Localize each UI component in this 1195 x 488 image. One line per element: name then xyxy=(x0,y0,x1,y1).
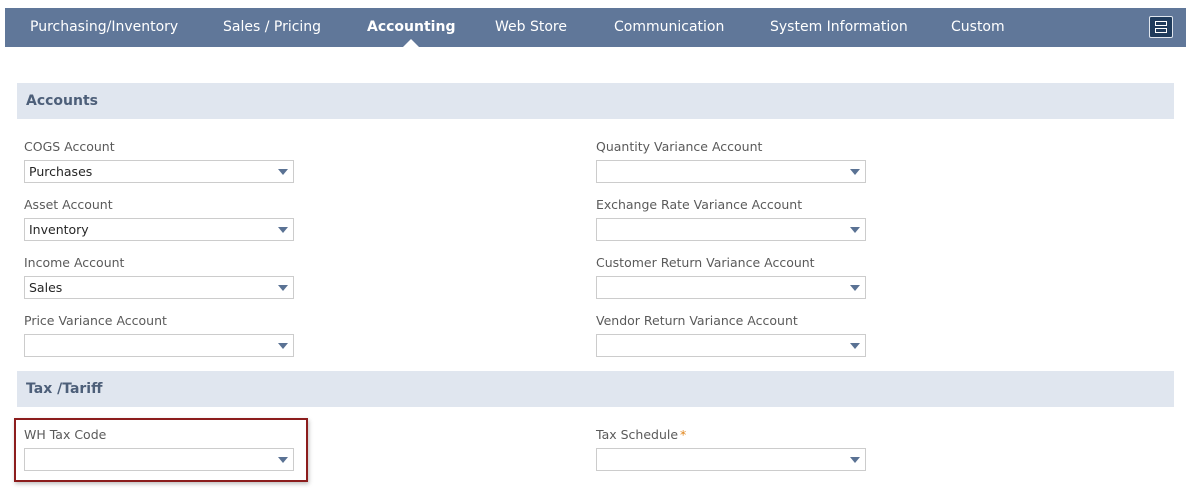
chevron-down-icon xyxy=(850,343,860,349)
chevron-down-icon xyxy=(850,285,860,291)
exchange-rate-variance-account-label: Exchange Rate Variance Account xyxy=(596,197,803,212)
chevron-down-icon xyxy=(278,169,288,175)
panel-bar-bottom xyxy=(1155,28,1167,33)
exchange-rate-variance-account-select[interactable] xyxy=(596,218,866,241)
panel-bar-top xyxy=(1155,21,1167,26)
tab-purchasing-inventory[interactable]: Purchasing/Inventory xyxy=(30,8,178,47)
price-variance-account-label: Price Variance Account xyxy=(24,313,167,328)
tax-schedule-select[interactable] xyxy=(596,448,866,471)
subtab-bar: Purchasing/Inventory Sales / Pricing Acc… xyxy=(5,8,1186,47)
price-variance-account-select[interactable] xyxy=(24,334,294,357)
chevron-down-icon xyxy=(850,169,860,175)
quantity-variance-account-select[interactable] xyxy=(596,160,866,183)
chevron-down-icon xyxy=(278,227,288,233)
asset-account-label: Asset Account xyxy=(24,197,113,212)
tax-schedule-label: Tax Schedule * xyxy=(596,427,686,442)
wh-tax-code-label: WH Tax Code xyxy=(24,427,107,442)
vendor-return-variance-account-select[interactable] xyxy=(596,334,866,357)
section-header-tax-tariff[interactable]: Tax /Tariff xyxy=(17,371,1174,407)
income-account-select[interactable]: Sales xyxy=(24,276,294,299)
income-account-value: Sales xyxy=(29,280,63,295)
tab-sales-pricing[interactable]: Sales / Pricing xyxy=(223,8,321,47)
asset-account-select[interactable]: Inventory xyxy=(24,218,294,241)
tab-web-store[interactable]: Web Store xyxy=(495,8,567,47)
cogs-account-select[interactable]: Purchases xyxy=(24,160,294,183)
chevron-down-icon xyxy=(278,457,288,463)
customer-return-variance-account-select[interactable] xyxy=(596,276,866,299)
required-marker: * xyxy=(680,427,687,442)
chevron-down-icon xyxy=(850,227,860,233)
cogs-account-value: Purchases xyxy=(29,164,93,179)
income-account-label: Income Account xyxy=(24,255,125,270)
chevron-down-icon xyxy=(278,343,288,349)
tax-schedule-label-text: Tax Schedule xyxy=(596,427,679,442)
wh-tax-code-select[interactable] xyxy=(24,448,294,471)
tab-system-information[interactable]: System Information xyxy=(770,8,908,47)
customer-return-variance-account-label: Customer Return Variance Account xyxy=(596,255,815,270)
vendor-return-variance-account-label: Vendor Return Variance Account xyxy=(596,313,798,328)
quantity-variance-account-label: Quantity Variance Account xyxy=(596,139,763,154)
chevron-down-icon xyxy=(278,285,288,291)
chevron-down-icon xyxy=(850,457,860,463)
tab-custom[interactable]: Custom xyxy=(951,8,1005,47)
tab-accounting[interactable]: Accounting xyxy=(367,8,455,47)
asset-account-value: Inventory xyxy=(29,222,89,237)
stacked-panels-icon[interactable] xyxy=(1149,16,1173,38)
section-header-accounts[interactable]: Accounts xyxy=(17,83,1174,119)
cogs-account-label: COGS Account xyxy=(24,139,115,154)
tab-communication[interactable]: Communication xyxy=(614,8,724,47)
